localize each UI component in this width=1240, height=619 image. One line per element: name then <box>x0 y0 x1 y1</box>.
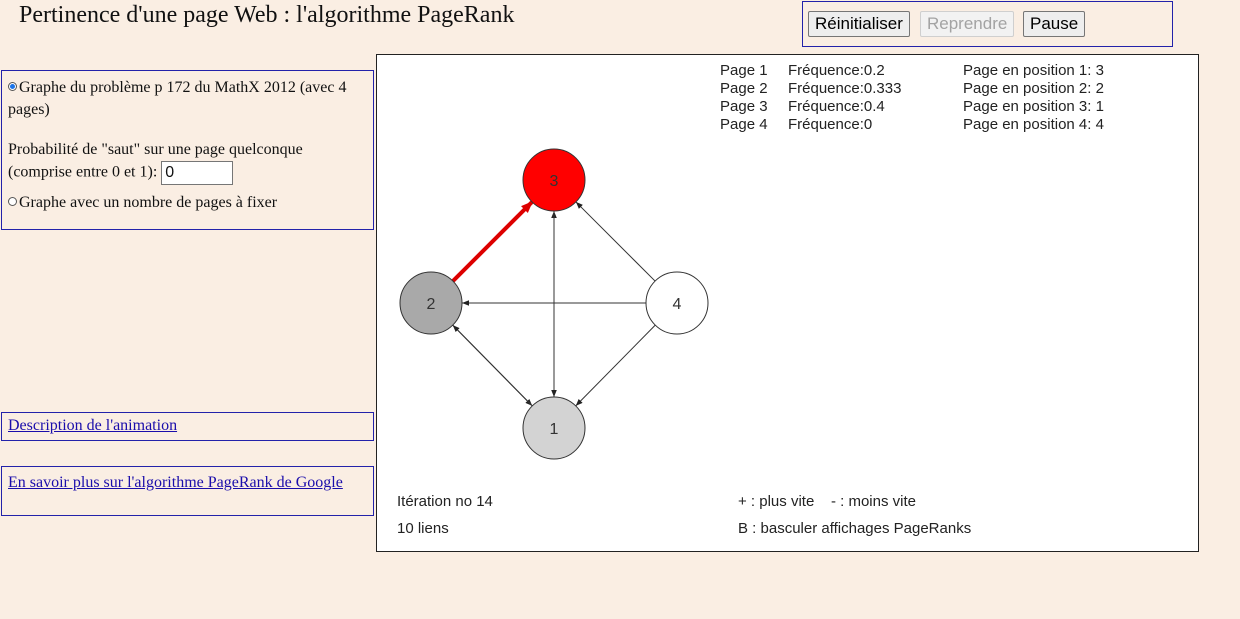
options-panel: Graphe du problème p 172 du MathX 2012 (… <box>1 70 374 230</box>
node-label-1: 1 <box>550 421 559 438</box>
graph-node-4[interactable]: 4 <box>645 271 709 335</box>
stat-page-2: Page 2 <box>720 80 768 97</box>
graph-node-3[interactable]: 3 <box>522 148 586 212</box>
stat-position-4: Page en position 4: 4 <box>963 116 1104 133</box>
toggle-help: B : basculer affichages PageRanks <box>738 520 971 537</box>
iteration-counter: Itération no 14 <box>397 493 493 510</box>
link-count: 10 liens <box>397 520 449 537</box>
option-graph-custom-label: Graphe avec un nombre de pages à fixer <box>19 194 278 211</box>
graph-node-2[interactable]: 2 <box>399 271 463 335</box>
option-graph-4-pages-label: Graphe du problème p 172 du MathX 2012 (… <box>8 79 347 118</box>
option-graph-custom[interactable]: Graphe avec un nombre de pages à fixer <box>8 192 367 214</box>
radio-graph-custom[interactable] <box>8 197 17 206</box>
graph-edges <box>451 200 656 407</box>
graph-node-1[interactable]: 1 <box>522 396 586 460</box>
edge-4-to-1 <box>575 324 656 407</box>
stat-page-1: Page 1 <box>720 62 768 79</box>
stat-position-2: Page en position 2: 2 <box>963 80 1104 97</box>
control-bar: Réinitialiser Reprendre Pause <box>802 1 1173 47</box>
reset-button[interactable]: Réinitialiser <box>808 11 910 37</box>
stat-page-3: Page 3 <box>720 98 768 115</box>
stat-freq-3: Fréquence:0.4 <box>788 98 885 115</box>
stat-freq-2: Fréquence:0.333 <box>788 80 901 97</box>
jump-label-line2: (comprise entre 0 et 1): <box>8 163 158 181</box>
animation-canvas[interactable]: Page 1 Fréquence:0.2 Page en position 1:… <box>376 54 1199 552</box>
stat-position-1: Page en position 1: 3 <box>963 62 1104 79</box>
radio-graph-4-pages[interactable] <box>8 82 17 91</box>
speed-help: + : plus vite - : moins vite <box>738 493 916 510</box>
node-label-2: 2 <box>427 296 436 313</box>
option-graph-4-pages[interactable]: Graphe du problème p 172 du MathX 2012 (… <box>8 77 367 121</box>
jump-label-line1: Probabilité de "saut" sur une page quelc… <box>8 141 303 158</box>
stat-position-3: Page en position 3: 1 <box>963 98 1104 115</box>
learn-more-panel: En savoir plus sur l'algorithme PageRank… <box>1 466 374 516</box>
stat-freq-1: Fréquence:0.2 <box>788 62 885 79</box>
stat-page-4: Page 4 <box>720 116 768 133</box>
page-title: Pertinence d'une page Web : l'algorithme… <box>19 2 515 28</box>
description-link[interactable]: Description de l'animation <box>8 417 177 434</box>
pause-button[interactable]: Pause <box>1023 11 1086 37</box>
jump-probability-input[interactable]: 0 <box>161 161 234 185</box>
node-label-3: 3 <box>550 173 559 190</box>
stat-freq-4: Fréquence:0 <box>788 116 872 133</box>
edge-2-to-3 <box>451 200 534 283</box>
edge-4-to-3 <box>575 201 656 282</box>
description-panel: Description de l'animation <box>1 412 374 441</box>
stats-table: Page 1 Fréquence:0.2 Page en position 1:… <box>720 62 1104 133</box>
node-label-4: 4 <box>673 296 682 313</box>
resume-button[interactable]: Reprendre <box>920 11 1015 37</box>
edge-1-to-2 <box>452 324 533 407</box>
jump-probability-row: Probabilité de "saut" sur une page quelc… <box>8 139 367 185</box>
graph-svg: Page 1 Fréquence:0.2 Page en position 1:… <box>397 62 1104 537</box>
learn-more-link[interactable]: En savoir plus sur l'algorithme PageRank… <box>8 474 343 491</box>
